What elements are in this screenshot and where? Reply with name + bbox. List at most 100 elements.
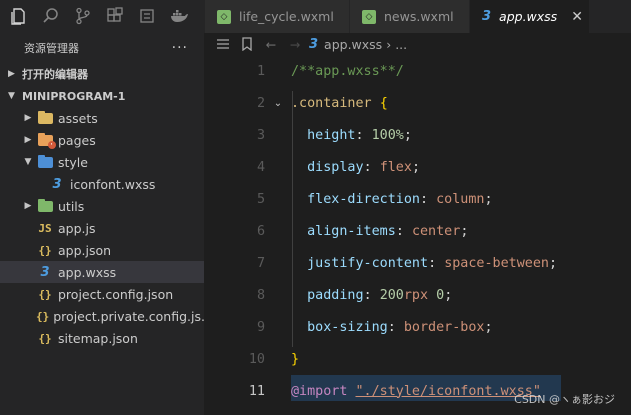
tab-app-wxss[interactable]: 3 app.wxss ✕ bbox=[470, 0, 590, 33]
tree-item-label: app.wxss bbox=[58, 264, 117, 280]
tree-item-label: app.js bbox=[58, 220, 96, 236]
tree-item-label: project.private.config.js... bbox=[53, 308, 204, 324]
tree-item-pages[interactable]: ▶ · pages bbox=[0, 129, 204, 151]
fold-chevron-icon[interactable]: ⌄ bbox=[265, 98, 291, 109]
tree-item-app-js[interactable]: JS app.js bbox=[0, 217, 204, 239]
files-icon[interactable] bbox=[6, 4, 32, 28]
css-value: 0 bbox=[436, 287, 445, 303]
chevron-right-icon: ▶ bbox=[24, 113, 32, 123]
back-arrow-icon[interactable]: ← bbox=[261, 37, 281, 52]
tab-life-cycle-wxml[interactable]: ◇ life_cycle.wxml bbox=[205, 0, 350, 33]
breadcrumb: ← → 3 app.wxss › ... bbox=[205, 33, 631, 55]
json-file-icon: {} bbox=[38, 287, 52, 301]
json-file-icon: {} bbox=[38, 331, 52, 345]
code-line: 5 flex-direction: column; bbox=[205, 183, 631, 215]
tree-item-assets[interactable]: ▶ assets bbox=[0, 107, 204, 129]
line-number: 9 bbox=[256, 319, 265, 335]
tree-item-utils[interactable]: ▶ utils bbox=[0, 195, 204, 217]
css-file-icon: 3 bbox=[309, 36, 319, 52]
line-number: 6 bbox=[256, 223, 265, 239]
tree-item-label: app.json bbox=[58, 242, 112, 258]
explorer-sidebar: 资源管理器 ··· ▶ 打开的编辑器 ▼ MINIPROGRAM-1 ▶ ass… bbox=[0, 33, 205, 415]
code-line: 10 } bbox=[205, 343, 631, 375]
docker-icon[interactable] bbox=[166, 4, 192, 28]
js-file-icon: JS bbox=[38, 221, 52, 235]
line-number: 4 bbox=[256, 159, 265, 175]
tree-item-label: style bbox=[58, 154, 88, 170]
tree-item-sitemap[interactable]: {} sitemap.json bbox=[0, 327, 204, 349]
tab-label: news.wxml bbox=[384, 9, 454, 24]
code-editor[interactable]: 1 /**app.wxss**/ 2 ⌄ .container { 3 heig… bbox=[205, 55, 631, 415]
chevron-down-icon: ▼ bbox=[8, 91, 15, 101]
css-property: display bbox=[307, 159, 364, 175]
code-line: 3 height: 100%; bbox=[205, 119, 631, 151]
editor-tabs: ◇ life_cycle.wxml ◇ news.wxml 3 app.wxss… bbox=[205, 0, 631, 33]
code-line: 7 justify-content: space-between; bbox=[205, 247, 631, 279]
css-value: space-between bbox=[444, 255, 549, 271]
line-number: 5 bbox=[256, 191, 265, 207]
tree-item-app-wxss[interactable]: 3 app.wxss bbox=[0, 261, 204, 283]
breadcrumb-file[interactable]: app.wxss bbox=[324, 37, 382, 52]
line-number: 2 bbox=[256, 95, 265, 111]
tree-item-label: sitemap.json bbox=[58, 330, 138, 346]
tree-item-label: utils bbox=[58, 198, 85, 214]
open-editors-label: 打开的编辑器 bbox=[22, 68, 88, 81]
open-editors-section[interactable]: ▶ 打开的编辑器 bbox=[0, 63, 204, 85]
breadcrumb-separator: › bbox=[386, 36, 392, 52]
import-keyword: @import bbox=[291, 383, 348, 399]
line-number: 8 bbox=[256, 287, 265, 303]
line-number: 11 bbox=[248, 383, 265, 399]
wxml-file-icon: ◇ bbox=[217, 9, 231, 24]
search-icon[interactable] bbox=[38, 4, 64, 28]
code-line: 2 ⌄ .container { bbox=[205, 87, 631, 119]
css-value: column bbox=[436, 191, 485, 207]
css-unit: rpx bbox=[403, 287, 429, 303]
watermark: CSDN @ヽぁ影おジ bbox=[514, 393, 615, 406]
forward-arrow-icon[interactable]: → bbox=[285, 37, 305, 52]
widget-icon[interactable] bbox=[134, 4, 160, 28]
code-line: 1 /**app.wxss**/ bbox=[205, 55, 631, 87]
close-icon[interactable]: ✕ bbox=[571, 9, 583, 25]
css-value: border-box bbox=[403, 319, 485, 335]
line-number: 10 bbox=[248, 351, 265, 367]
explorer-header: 资源管理器 ··· bbox=[0, 33, 204, 63]
tab-news-wxml[interactable]: ◇ news.wxml bbox=[350, 0, 470, 33]
tree-item-iconfont-wxss[interactable]: 3 iconfont.wxss bbox=[0, 173, 204, 195]
css-value: flex bbox=[379, 159, 412, 175]
project-label: MINIPROGRAM-1 bbox=[22, 89, 126, 103]
breadcrumb-more[interactable]: ... bbox=[395, 37, 407, 52]
bookmark-icon[interactable] bbox=[237, 37, 257, 51]
tree-item-style[interactable]: ▼ style bbox=[0, 151, 204, 173]
list-icon[interactable] bbox=[213, 38, 233, 50]
extensions-icon[interactable] bbox=[102, 4, 128, 28]
import-path[interactable]: "./style/iconfont.wxss" bbox=[356, 384, 541, 399]
json-file-icon: {} bbox=[38, 243, 52, 257]
tree-item-label: project.config.json bbox=[58, 286, 174, 302]
line-number: 7 bbox=[256, 255, 265, 271]
css-property: justify-content bbox=[307, 255, 429, 271]
css-property: box-sizing bbox=[307, 319, 388, 335]
more-actions-button[interactable]: ··· bbox=[172, 40, 188, 56]
activity-bar bbox=[0, 0, 205, 33]
chevron-right-icon: ▶ bbox=[8, 69, 15, 79]
folder-icon bbox=[36, 110, 54, 126]
tree-item-label: pages bbox=[58, 132, 96, 148]
tree-item-app-json[interactable]: {} app.json bbox=[0, 239, 204, 261]
tree-item-project-private-config[interactable]: {} project.private.config.js... bbox=[0, 305, 204, 327]
tree-item-project-config[interactable]: {} project.config.json bbox=[0, 283, 204, 305]
css-property: align-items bbox=[307, 223, 396, 239]
tree-item-label: assets bbox=[58, 110, 98, 126]
css-file-icon: 3 bbox=[482, 9, 492, 24]
code-line: 4 display: flex; bbox=[205, 151, 631, 183]
css-selector: .container bbox=[291, 95, 372, 111]
tab-label: life_cycle.wxml bbox=[239, 9, 334, 24]
project-section[interactable]: ▼ MINIPROGRAM-1 bbox=[0, 85, 204, 107]
css-property: height bbox=[307, 127, 356, 143]
explorer-title: 资源管理器 bbox=[24, 42, 79, 55]
css-value: 100% bbox=[371, 127, 404, 143]
folder-open-icon bbox=[36, 154, 54, 170]
tree-item-label: iconfont.wxss bbox=[70, 176, 156, 192]
source-control-icon[interactable] bbox=[70, 4, 96, 28]
code-line: 9 box-sizing: border-box; bbox=[205, 311, 631, 343]
code-line: 8 padding: 200rpx 0; bbox=[205, 279, 631, 311]
